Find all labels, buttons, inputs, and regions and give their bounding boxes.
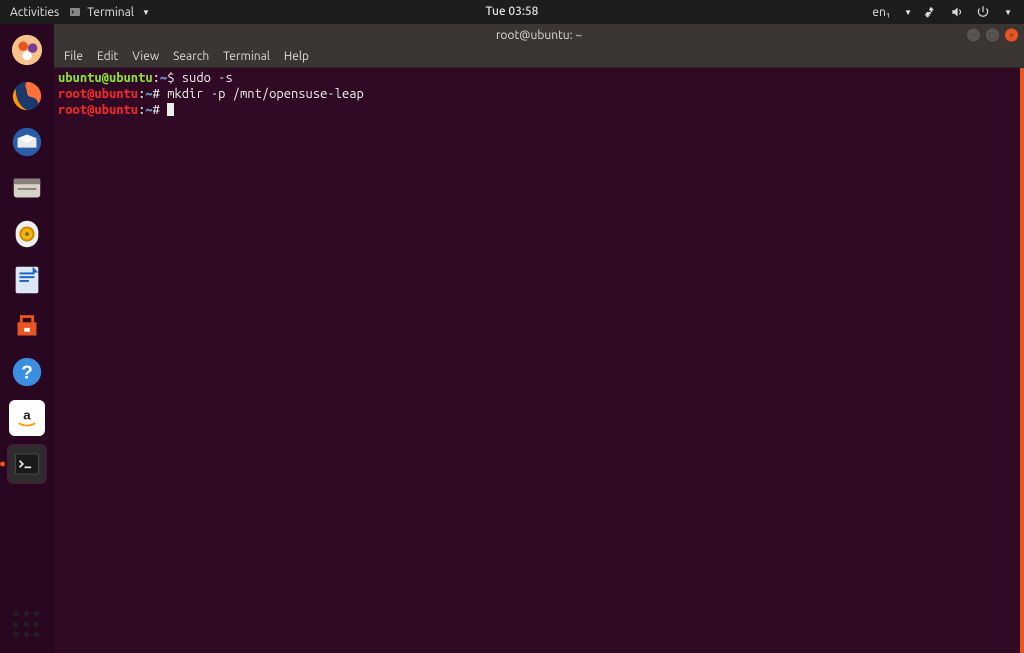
activities-button[interactable]: Activities	[10, 6, 59, 19]
network-icon[interactable]	[924, 5, 938, 19]
dock-item-writer[interactable]	[7, 260, 47, 300]
firefox-icon	[9, 78, 45, 114]
amazon-icon: a	[9, 400, 45, 436]
window-title: root@ubuntu: ~	[496, 29, 582, 42]
chevron-down-icon: ▼	[1004, 8, 1012, 17]
dock-item-files[interactable]	[7, 30, 47, 70]
libreoffice-writer-icon	[9, 262, 45, 298]
terminal-line: root@ubuntu:~#	[58, 102, 1016, 118]
ubuntu-dock: ? a	[0, 24, 54, 653]
window-controls: – ▢ ×	[967, 29, 1018, 42]
nautilus-icon	[9, 170, 45, 206]
window-titlebar[interactable]: root@ubuntu: ~ – ▢ ×	[54, 24, 1024, 46]
thunderbird-icon	[9, 124, 45, 160]
terminal-body[interactable]: ubuntu@ubuntu:~$ sudo -sroot@ubuntu:~# m…	[54, 68, 1024, 653]
dock-item-rhythmbox[interactable]	[7, 214, 47, 254]
menu-file[interactable]: File	[64, 50, 83, 63]
app-menu-label: Terminal	[87, 6, 134, 19]
svg-text:a: a	[23, 408, 31, 423]
menu-search[interactable]: Search	[173, 50, 209, 63]
terminal-menubar: File Edit View Search Terminal Help	[54, 46, 1024, 68]
ubuntu-software-icon	[9, 308, 45, 344]
terminal-line: root@ubuntu:~# mkdir -p /mnt/opensuse-le…	[58, 86, 1016, 102]
svg-text:?: ?	[21, 363, 33, 384]
minimize-button[interactable]: –	[967, 29, 980, 42]
menu-view[interactable]: View	[132, 50, 159, 63]
terminal-line: ubuntu@ubuntu:~$ sudo -s	[58, 70, 1016, 86]
menu-edit[interactable]: Edit	[97, 50, 118, 63]
input-source-indicator[interactable]: en₁	[872, 6, 890, 19]
show-applications-button[interactable]	[13, 611, 41, 639]
dock-item-help[interactable]: ?	[7, 352, 47, 392]
close-button[interactable]: ×	[1005, 29, 1018, 42]
help-icon: ?	[9, 354, 45, 390]
gnome-top-bar: Activities Terminal ▼ Tue 03:58 en₁ ▼ ▼	[0, 0, 1024, 24]
terminal-mini-icon	[69, 6, 81, 18]
dock-item-amazon[interactable]: a	[7, 398, 47, 438]
dock-item-firefox[interactable]	[7, 76, 47, 116]
maximize-button[interactable]: ▢	[986, 29, 999, 42]
dock-item-nautilus[interactable]	[7, 168, 47, 208]
chevron-down-icon: ▼	[904, 8, 912, 17]
app-menu[interactable]: Terminal ▼	[69, 6, 150, 19]
volume-icon[interactable]	[950, 5, 964, 19]
dock-item-thunderbird[interactable]	[7, 122, 47, 162]
rhythmbox-icon	[9, 216, 45, 252]
chevron-down-icon: ▼	[142, 8, 150, 17]
terminal-window: root@ubuntu: ~ – ▢ × File Edit View Sear…	[54, 24, 1024, 653]
power-icon[interactable]	[976, 5, 990, 19]
dock-item-software[interactable]	[7, 306, 47, 346]
files-icon	[9, 32, 45, 68]
menu-help[interactable]: Help	[284, 50, 309, 63]
menu-terminal[interactable]: Terminal	[223, 50, 270, 63]
clock[interactable]: Tue 03:58	[486, 0, 539, 24]
dock-item-terminal[interactable]	[7, 444, 47, 484]
desktop-area: root@ubuntu: ~ – ▢ × File Edit View Sear…	[54, 24, 1024, 653]
terminal-icon	[9, 446, 45, 482]
